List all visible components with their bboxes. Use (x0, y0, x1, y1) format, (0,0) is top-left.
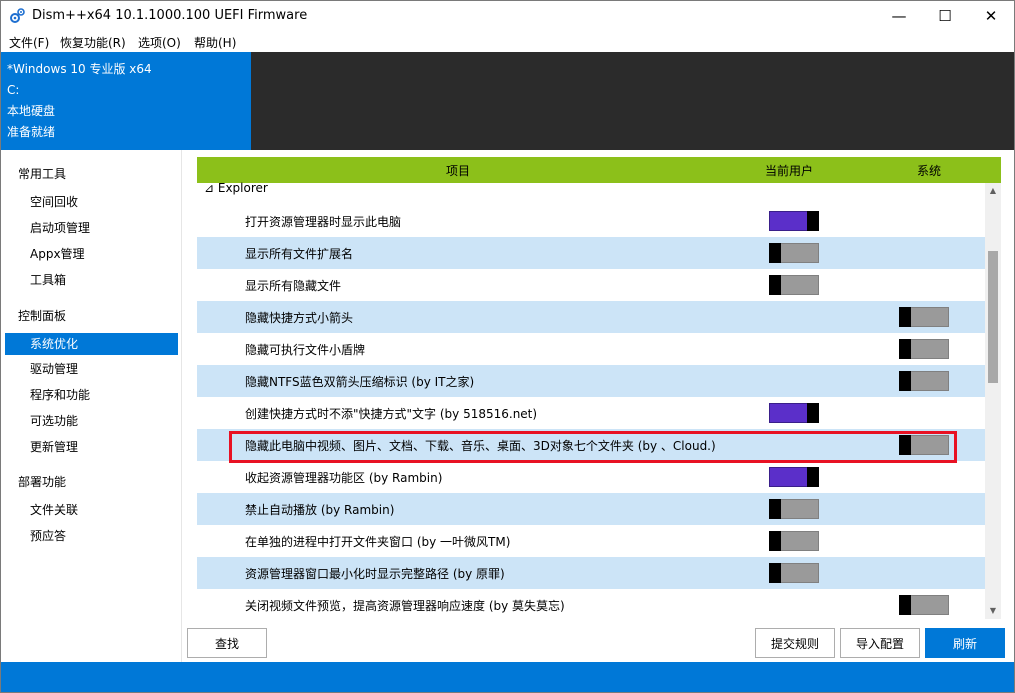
section-explorer[interactable]: ⊿ Explorer (204, 181, 268, 195)
status-text: 准备就绪 (7, 125, 56, 139)
table-row[interactable]: 隐藏此电脑中视频、图片、文档、下载、音乐、桌面、3D对象七个文件夹 (by 、C… (197, 429, 985, 461)
row-label: 收起资源管理器功能区 (by Rambin) (245, 471, 443, 485)
maximize-button[interactable]: ☐ (922, 1, 968, 31)
toggle-switch[interactable] (769, 243, 819, 263)
column-item[interactable]: 项目 (446, 162, 470, 179)
gears-icon (10, 8, 25, 23)
table-row[interactable]: 禁止自动播放 (by Rambin) (197, 493, 985, 525)
disk-type: 本地硬盘 (7, 104, 56, 118)
row-label: 显示所有文件扩展名 (245, 247, 354, 261)
row-label: 隐藏此电脑中视频、图片、文档、下载、音乐、桌面、3D对象七个文件夹 (by 、C… (245, 439, 716, 453)
row-label: 隐藏快捷方式小箭头 (245, 311, 354, 325)
sidebar-group-common-tools: 常用工具 (18, 167, 67, 181)
drive-letter: C: (7, 83, 20, 97)
table-row[interactable]: 隐藏快捷方式小箭头 (197, 301, 985, 333)
session-area (251, 52, 1014, 150)
scroll-thumb[interactable] (988, 251, 998, 383)
minimize-button[interactable]: — (876, 1, 922, 31)
sidebar: 常用工具 空间回收 启动项管理 Appx管理 工具箱 控制面板 系统优化 驱动管… (1, 150, 182, 662)
sidebar-group-deploy: 部署功能 (18, 475, 67, 489)
sidebar-group-control-panel: 控制面板 (18, 309, 67, 323)
table-row[interactable]: 显示所有文件扩展名 (197, 237, 985, 269)
row-label: 禁止自动播放 (by Rambin) (245, 503, 395, 517)
table-row[interactable]: 在单独的进程中打开文件夹窗口 (by 一叶微风TM) (197, 525, 985, 557)
row-label: 隐藏可执行文件小盾牌 (245, 343, 366, 357)
row-label: 隐藏NTFS蓝色双箭头压缩标识 (by IT之家) (245, 375, 475, 389)
refresh-button[interactable]: 刷新 (925, 628, 1005, 658)
table-row[interactable]: 隐藏NTFS蓝色双箭头压缩标识 (by IT之家) (197, 365, 985, 397)
window-title: Dism++x64 10.1.1000.100 UEFI Firmware (32, 8, 308, 23)
table-row[interactable]: 隐藏可执行文件小盾牌 (197, 333, 985, 365)
row-label: 打开资源管理器时显示此电脑 (245, 215, 402, 229)
toggle-switch[interactable] (769, 563, 819, 583)
toggle-switch[interactable] (769, 499, 819, 519)
table-header: 项目 当前用户 系统 (197, 157, 1001, 183)
find-button[interactable]: 查找 (187, 628, 267, 658)
sidebar-item-optional-features[interactable]: 可选功能 (5, 410, 178, 432)
sidebar-item-space-recovery[interactable]: 空间回收 (5, 191, 178, 213)
os-name: *Windows 10 专业版 x64 (7, 62, 152, 76)
column-current-user[interactable]: 当前用户 (765, 162, 813, 179)
menu-help[interactable]: 帮助(H) (194, 34, 236, 51)
toggle-switch[interactable] (899, 435, 949, 455)
menu-file[interactable]: 文件(F) (9, 34, 49, 51)
sidebar-item-programs[interactable]: 程序和功能 (5, 384, 178, 406)
sidebar-item-unattend[interactable]: 预应答 (5, 525, 178, 547)
table-row[interactable]: 创建快捷方式时不添"快捷方式"文字 (by 518516.net) (197, 397, 985, 429)
optimization-table: 项目 当前用户 系统 ⊿ Explorer 打开资源管理器时显示此电脑 显示所有… (197, 157, 1001, 619)
toggle-switch[interactable] (899, 307, 949, 327)
toggle-switch[interactable] (769, 275, 819, 295)
scroll-down-arrow-icon[interactable]: ▼ (985, 603, 1001, 619)
table-row[interactable]: 资源管理器窗口最小化时显示完整路径 (by 原罪) (197, 557, 985, 589)
column-system[interactable]: 系统 (917, 162, 941, 179)
toggle-switch[interactable] (769, 403, 819, 423)
table-row[interactable]: 打开资源管理器时显示此电脑 (197, 205, 985, 237)
table-row[interactable]: 关闭视频文件预览，提高资源管理器响应速度 (by 莫失莫忘) (197, 589, 985, 619)
menu-bar: 文件(F) 恢复功能(R) 选项(O) 帮助(H) (1, 31, 1014, 52)
menu-recovery[interactable]: 恢复功能(R) (60, 34, 126, 51)
app-window: Dism++x64 10.1.1000.100 UEFI Firmware — … (0, 0, 1015, 693)
sidebar-item-toolbox[interactable]: 工具箱 (5, 269, 178, 291)
row-label: 创建快捷方式时不添"快捷方式"文字 (by 518516.net) (245, 407, 538, 421)
image-info-panel[interactable]: *Windows 10 专业版 x64 C: 本地硬盘 准备就绪 (1, 52, 251, 150)
submit-rule-button[interactable]: 提交规则 (755, 628, 835, 658)
row-label: 资源管理器窗口最小化时显示完整路径 (by 原罪) (245, 567, 505, 581)
scroll-up-arrow-icon[interactable]: ▲ (985, 183, 1001, 199)
sidebar-item-startup[interactable]: 启动项管理 (5, 217, 178, 239)
sidebar-item-drivers[interactable]: 驱动管理 (5, 358, 178, 380)
import-config-button[interactable]: 导入配置 (840, 628, 920, 658)
sidebar-item-updates[interactable]: 更新管理 (5, 436, 178, 458)
close-button[interactable]: ✕ (968, 1, 1014, 31)
toggle-switch[interactable] (899, 595, 949, 615)
table-row[interactable]: 收起资源管理器功能区 (by Rambin) (197, 461, 985, 493)
toggle-switch[interactable] (769, 467, 819, 487)
row-label: 关闭视频文件预览，提高资源管理器响应速度 (by 莫失莫忘) (245, 599, 565, 613)
sidebar-item-system-optimize[interactable]: 系统优化 (5, 333, 178, 355)
toggle-switch[interactable] (899, 339, 949, 359)
table-row[interactable]: 显示所有隐藏文件 (197, 269, 985, 301)
toggle-switch[interactable] (769, 211, 819, 231)
sidebar-item-file-assoc[interactable]: 文件关联 (5, 499, 178, 521)
row-label: 在单独的进程中打开文件夹窗口 (by 一叶微风TM) (245, 535, 511, 549)
row-label: 显示所有隐藏文件 (245, 279, 342, 293)
table-scrollbar[interactable]: ▲ ▼ (985, 183, 1001, 619)
status-bar (1, 662, 1014, 692)
toggle-switch[interactable] (899, 371, 949, 391)
sidebar-item-appx[interactable]: Appx管理 (5, 243, 178, 265)
toggle-switch[interactable] (769, 531, 819, 551)
title-bar[interactable]: Dism++x64 10.1.1000.100 UEFI Firmware — … (1, 1, 1014, 31)
menu-options[interactable]: 选项(O) (138, 34, 181, 51)
